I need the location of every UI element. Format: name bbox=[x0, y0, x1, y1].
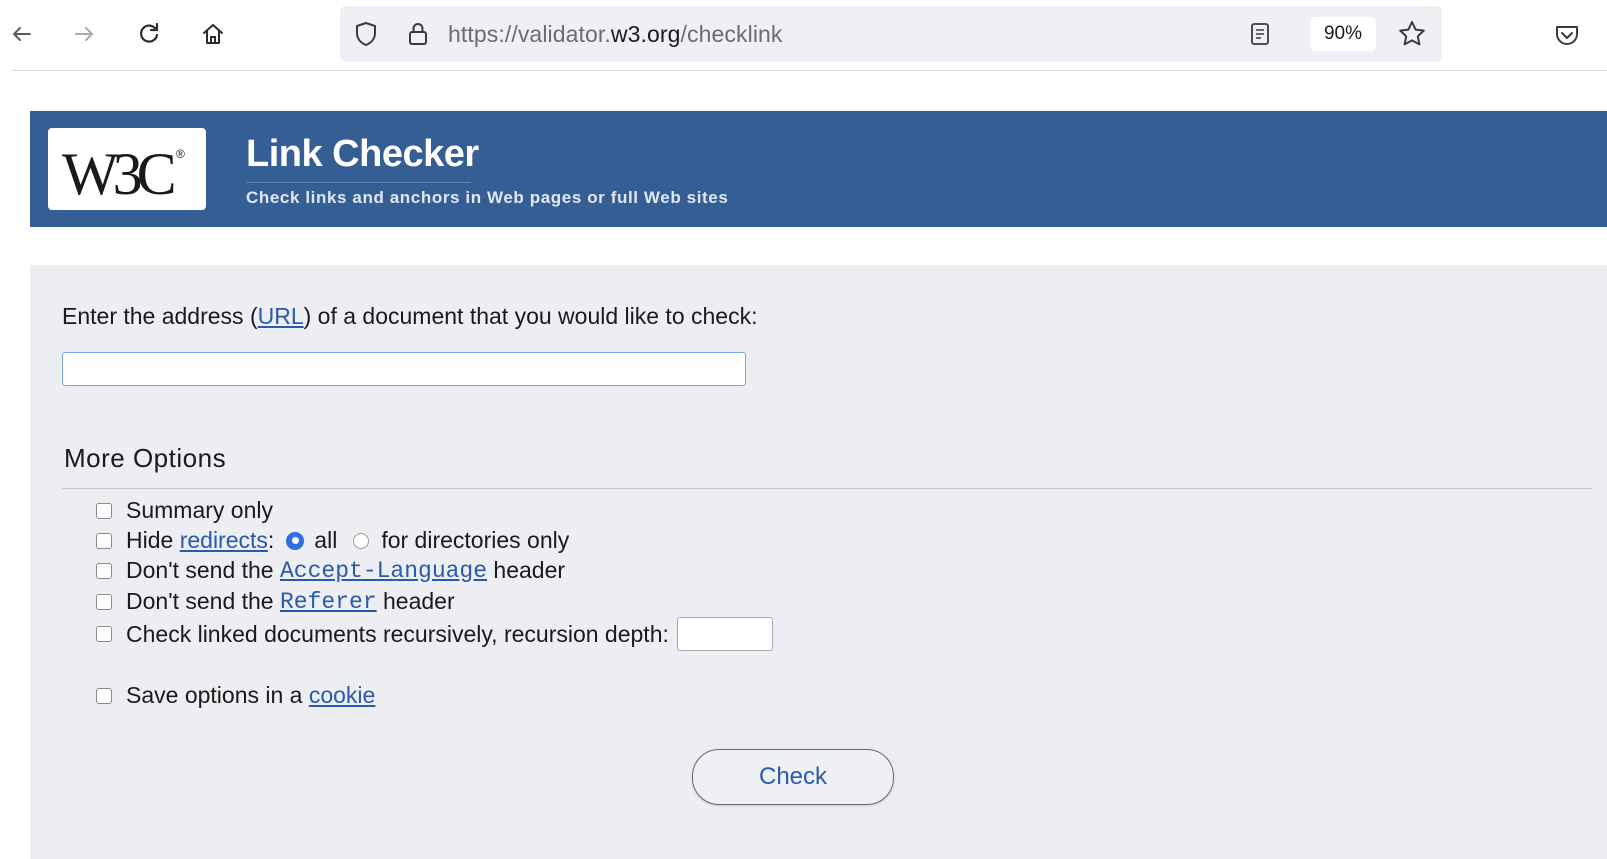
option-recursive: Check linked documents recursively, recu… bbox=[96, 617, 773, 651]
recursion-depth-input[interactable] bbox=[676, 617, 773, 651]
registered-mark: ® bbox=[176, 147, 185, 161]
w3c-banner: W3C ® Link Checker Check links and ancho… bbox=[30, 111, 1607, 227]
zoom-level-badge[interactable]: 90% bbox=[1310, 17, 1376, 51]
toolbar-divider bbox=[12, 70, 1607, 71]
reload-icon[interactable] bbox=[131, 16, 167, 52]
page: https://validator.w3.org/checklink 90% W… bbox=[0, 0, 1607, 859]
summary-only-label: Summary only bbox=[126, 497, 273, 523]
option-save-cookie: Save options in a cookie bbox=[96, 682, 375, 709]
radio-all-label: all bbox=[314, 527, 338, 553]
recursive-checkbox[interactable] bbox=[96, 626, 112, 642]
star-icon[interactable] bbox=[1396, 18, 1428, 50]
reader-view-icon[interactable] bbox=[1246, 20, 1274, 48]
hide-redirects-checkbox[interactable] bbox=[96, 532, 112, 549]
radio-directories-label: for directories only bbox=[381, 527, 570, 553]
home-icon[interactable] bbox=[195, 16, 231, 52]
address-bar[interactable]: https://validator.w3.org/checklink bbox=[340, 6, 1442, 62]
option-hide-redirects: Hide redirects: all for directories only bbox=[96, 527, 569, 554]
more-options-heading: More Options bbox=[64, 443, 227, 473]
hide-colon: : bbox=[267, 527, 275, 553]
prompt-text-before: Enter the address ( bbox=[62, 303, 258, 329]
forward-arrow-icon[interactable] bbox=[66, 16, 102, 52]
cookie-link[interactable]: cookie bbox=[309, 682, 375, 709]
accept-language-suffix: header bbox=[487, 557, 566, 583]
hide-label: Hide bbox=[126, 527, 180, 553]
browser-toolbar: https://validator.w3.org/checklink 90% bbox=[0, 0, 1607, 71]
accept-language-prefix: Don't send the bbox=[126, 557, 280, 583]
redirects-link[interactable]: redirects bbox=[180, 527, 268, 554]
url-text[interactable]: https://validator.w3.org/checklink bbox=[448, 21, 783, 48]
url-prompt: Enter the address (URL) of a document th… bbox=[62, 303, 757, 330]
w3c-logo[interactable]: W3C ® bbox=[48, 128, 206, 210]
accept-language-link[interactable]: Accept-Language bbox=[280, 558, 487, 584]
url-prefix: https://validator. bbox=[448, 21, 611, 47]
check-button[interactable]: Check bbox=[692, 749, 894, 805]
referer-link[interactable]: Referer bbox=[280, 589, 377, 615]
cookie-prefix: Save options in a bbox=[126, 682, 309, 708]
accept-language-checkbox[interactable] bbox=[96, 562, 112, 579]
checker-form: Enter the address (URL) of a document th… bbox=[30, 265, 1607, 859]
page-subtitle: Check links and anchors in Web pages or … bbox=[246, 188, 729, 207]
url-link[interactable]: URL bbox=[258, 303, 304, 329]
option-accept-language: Don't send the Accept-Language header bbox=[96, 557, 565, 584]
more-options-rule bbox=[62, 488, 1592, 489]
url-path: /checklink bbox=[680, 21, 783, 47]
save-cookie-checkbox[interactable] bbox=[96, 687, 112, 704]
w3c-logo-mark: W3C ® bbox=[62, 141, 185, 207]
shield-icon[interactable] bbox=[352, 20, 380, 48]
lock-icon[interactable] bbox=[404, 20, 432, 48]
url-domain: w3.org bbox=[610, 21, 681, 47]
radio-all[interactable] bbox=[286, 531, 305, 550]
referer-checkbox[interactable] bbox=[96, 593, 112, 610]
title-rule bbox=[246, 182, 471, 183]
summary-only-checkbox[interactable] bbox=[96, 502, 112, 519]
option-summary-only: Summary only bbox=[96, 497, 273, 524]
referer-suffix: header bbox=[376, 588, 455, 614]
radio-directories-only[interactable] bbox=[353, 532, 370, 549]
page-title: Link Checker bbox=[246, 133, 479, 175]
w3c-logo-text: W3C bbox=[62, 141, 174, 207]
referer-prefix: Don't send the bbox=[126, 588, 280, 614]
recursive-label: Check linked documents recursively, recu… bbox=[126, 620, 669, 647]
option-referer: Don't send the Referer header bbox=[96, 588, 455, 615]
pocket-icon[interactable] bbox=[1552, 20, 1582, 50]
url-input[interactable] bbox=[62, 352, 746, 386]
back-arrow-icon[interactable] bbox=[4, 16, 40, 52]
prompt-text-after: ) of a document that you would like to c… bbox=[303, 303, 758, 329]
